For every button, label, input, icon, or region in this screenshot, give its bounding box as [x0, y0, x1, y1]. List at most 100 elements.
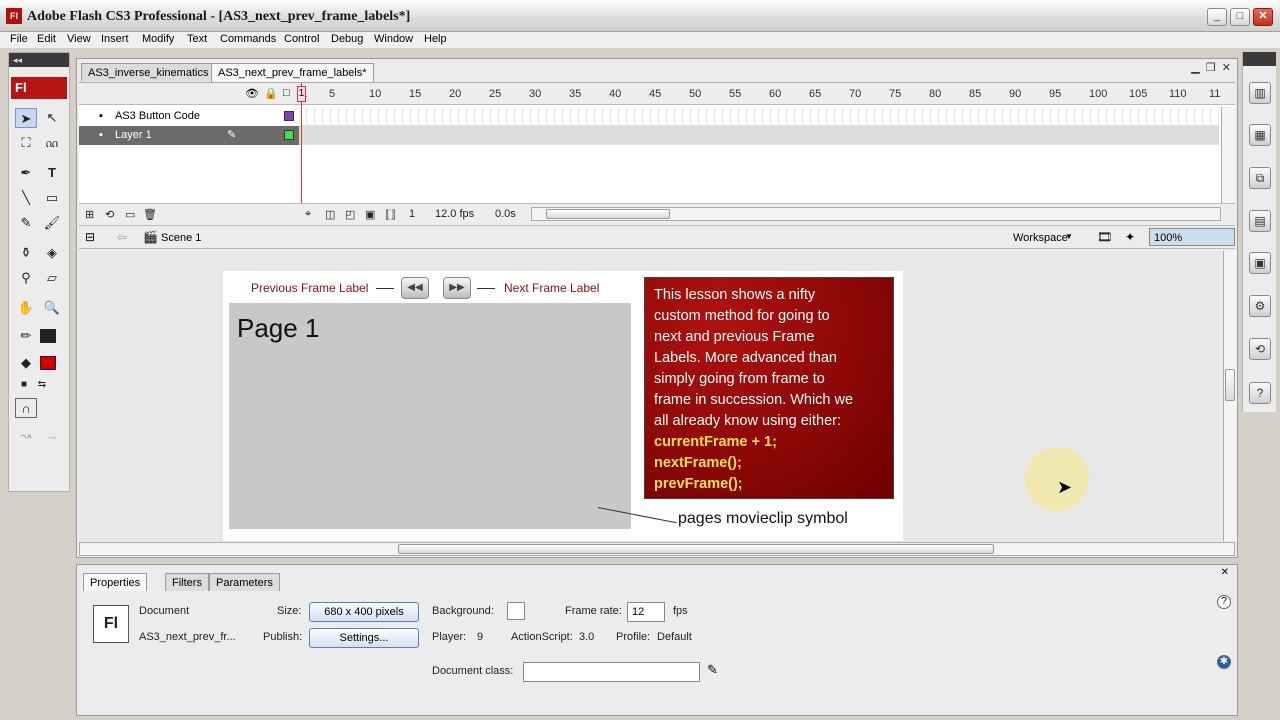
- back-arrow-icon[interactable]: ⇦: [117, 230, 127, 244]
- text-tool-icon[interactable]: T: [41, 163, 63, 183]
- panel-close-icon[interactable]: ✕: [1221, 567, 1229, 578]
- timeline-vertical-scrollbar[interactable]: [1221, 107, 1235, 203]
- add-motion-guide-icon[interactable]: ⟲: [105, 208, 114, 221]
- stage[interactable]: Previous Frame Label ◀◀ ▶▶ Next Frame La…: [223, 271, 903, 541]
- snap-to-objects-icon[interactable]: ∩: [15, 398, 37, 418]
- document-class-input[interactable]: [523, 662, 700, 682]
- add-layer-icon[interactable]: ⊞: [85, 208, 94, 221]
- frame-rate-input[interactable]: 12: [627, 602, 665, 622]
- selection-tool-icon[interactable]: ➤: [15, 108, 37, 128]
- color-panel-icon[interactable]: ▥: [1249, 82, 1271, 104]
- pasteboard[interactable]: Previous Frame Label ◀◀ ▶▶ Next Frame La…: [79, 251, 1223, 541]
- stage-vertical-scrollbar[interactable]: [1223, 251, 1237, 541]
- help-icon[interactable]: ?: [1217, 595, 1231, 609]
- edit-scene-icon[interactable]: 🎞: [1097, 230, 1112, 244]
- timeline-horizontal-scrollbar[interactable]: [531, 207, 1221, 221]
- tab-inverse-kinematics[interactable]: AS3_inverse_kinematics: [81, 63, 216, 81]
- menu-text[interactable]: Text: [187, 33, 207, 45]
- menu-help[interactable]: Help: [424, 33, 447, 45]
- right-panel-grip[interactable]: [1243, 52, 1276, 66]
- help-panel-icon[interactable]: ?: [1249, 382, 1271, 404]
- onion-outlines-icon[interactable]: ◰: [345, 208, 355, 221]
- scroll-thumb[interactable]: [398, 544, 994, 554]
- outline-icon[interactable]: □: [283, 87, 290, 99]
- rectangle-tool-icon[interactable]: ▭: [41, 188, 63, 208]
- size-button[interactable]: 680 x 400 pixels: [309, 602, 419, 622]
- tab-properties[interactable]: Properties: [83, 573, 148, 591]
- timeline-toggle-icon[interactable]: ⊟: [85, 230, 95, 244]
- doc-close-icon[interactable]: ✕: [1222, 62, 1231, 74]
- edit-symbols-icon[interactable]: ✦: [1125, 230, 1135, 244]
- menu-debug[interactable]: Debug: [331, 33, 363, 45]
- background-color-swatch[interactable]: [507, 602, 525, 620]
- align-panel-icon[interactable]: ⧉: [1249, 167, 1271, 189]
- delete-layer-icon[interactable]: 🗑: [143, 208, 157, 221]
- add-folder-icon[interactable]: ▭: [125, 208, 135, 221]
- lesson-info-box[interactable]: This lesson shows a nifty custom method …: [644, 277, 894, 499]
- components-panel-icon[interactable]: ▣: [1249, 252, 1271, 274]
- next-button[interactable]: ▶▶: [443, 277, 471, 299]
- scene-name[interactable]: Scene 1: [161, 232, 201, 244]
- show-hide-icon[interactable]: 👁: [245, 87, 259, 100]
- edit-class-pencil-icon[interactable]: ✎: [707, 662, 718, 678]
- transform-panel-icon[interactable]: ⟲: [1249, 338, 1271, 360]
- eyedropper-tool-icon[interactable]: ⚲: [15, 268, 37, 288]
- menu-commands[interactable]: Commands: [220, 33, 276, 45]
- fill-color-icon[interactable]: ◆: [15, 353, 37, 373]
- tab-filters[interactable]: Filters: [165, 573, 209, 591]
- fill-color-swatch[interactable]: [40, 356, 56, 370]
- swatches-panel-icon[interactable]: ▦: [1249, 124, 1271, 146]
- menu-file[interactable]: File: [10, 33, 28, 45]
- scroll-thumb[interactable]: [546, 209, 670, 219]
- maximize-button[interactable]: □: [1230, 8, 1250, 26]
- layer-color-box[interactable]: [284, 130, 294, 140]
- menu-edit[interactable]: Edit: [37, 33, 56, 45]
- stage-horizontal-scrollbar[interactable]: [79, 542, 1235, 556]
- menu-window[interactable]: Window: [374, 33, 413, 45]
- stroke-color-swatch[interactable]: [40, 329, 56, 343]
- menu-view[interactable]: View: [67, 33, 91, 45]
- scroll-thumb[interactable]: [1225, 369, 1235, 401]
- playhead-handle[interactable]: 1: [297, 86, 306, 102]
- pen-tool-icon[interactable]: ✒: [15, 163, 37, 183]
- tab-parameters[interactable]: Parameters: [209, 573, 280, 591]
- layer-as3-button-code[interactable]: ▪ AS3 Button Code: [79, 107, 299, 126]
- menu-control[interactable]: Control: [284, 33, 319, 45]
- line-tool-icon[interactable]: ╲: [15, 188, 37, 208]
- library-panel-icon[interactable]: ▤: [1249, 210, 1271, 232]
- zoom-tool-icon[interactable]: 🔍: [41, 298, 63, 318]
- layer-1[interactable]: ▪ Layer 1 ✎: [79, 126, 299, 145]
- previous-button[interactable]: ◀◀: [401, 277, 429, 299]
- edit-multiple-frames-icon[interactable]: ▣: [365, 208, 375, 221]
- layer-color-box[interactable]: [284, 111, 294, 121]
- doc-restore-icon[interactable]: ❐: [1206, 62, 1216, 74]
- workspace-dropdown[interactable]: Workspace: [1013, 232, 1068, 244]
- pages-movieclip[interactable]: Page 1: [229, 303, 631, 529]
- close-button[interactable]: ✕: [1253, 8, 1273, 26]
- ink-bottle-tool-icon[interactable]: ⚱: [15, 243, 37, 263]
- brush-tool-icon[interactable]: 🖌: [41, 213, 63, 233]
- hand-tool-icon[interactable]: ✋: [15, 298, 37, 318]
- swap-colors-icon[interactable]: ⇆: [31, 375, 53, 395]
- lock-icon[interactable]: 🔒: [264, 87, 278, 100]
- zoom-input[interactable]: 100%: [1149, 228, 1235, 246]
- frame-cells-layer-1[interactable]: [299, 126, 1219, 145]
- free-transform-tool-icon[interactable]: ⛶: [15, 133, 37, 153]
- paint-bucket-tool-icon[interactable]: ◈: [41, 243, 63, 263]
- doc-minimize-icon[interactable]: ▁: [1191, 62, 1199, 74]
- behaviors-panel-icon[interactable]: ⚙: [1249, 295, 1271, 317]
- stroke-color-icon[interactable]: ✏: [15, 326, 37, 346]
- frame-rate-readout[interactable]: 12.0 fps: [435, 208, 474, 220]
- center-frame-icon[interactable]: ⌖: [305, 208, 311, 221]
- subselection-tool-icon[interactable]: ↖: [41, 108, 63, 128]
- menu-modify[interactable]: Modify: [142, 33, 174, 45]
- onion-skin-icon[interactable]: ◫: [325, 208, 335, 221]
- frame-cells-as3-button-code[interactable]: [299, 107, 1219, 126]
- pencil-tool-icon[interactable]: ✎: [15, 213, 37, 233]
- lasso-tool-icon[interactable]: ᦶ: [41, 133, 63, 153]
- settings-button[interactable]: Settings...: [309, 628, 419, 648]
- accessibility-icon[interactable]: ✱: [1217, 655, 1231, 669]
- eraser-tool-icon[interactable]: ▱: [41, 268, 63, 288]
- minimize-button[interactable]: _: [1207, 8, 1227, 26]
- modify-markers-icon[interactable]: ⟦⟧: [385, 208, 396, 221]
